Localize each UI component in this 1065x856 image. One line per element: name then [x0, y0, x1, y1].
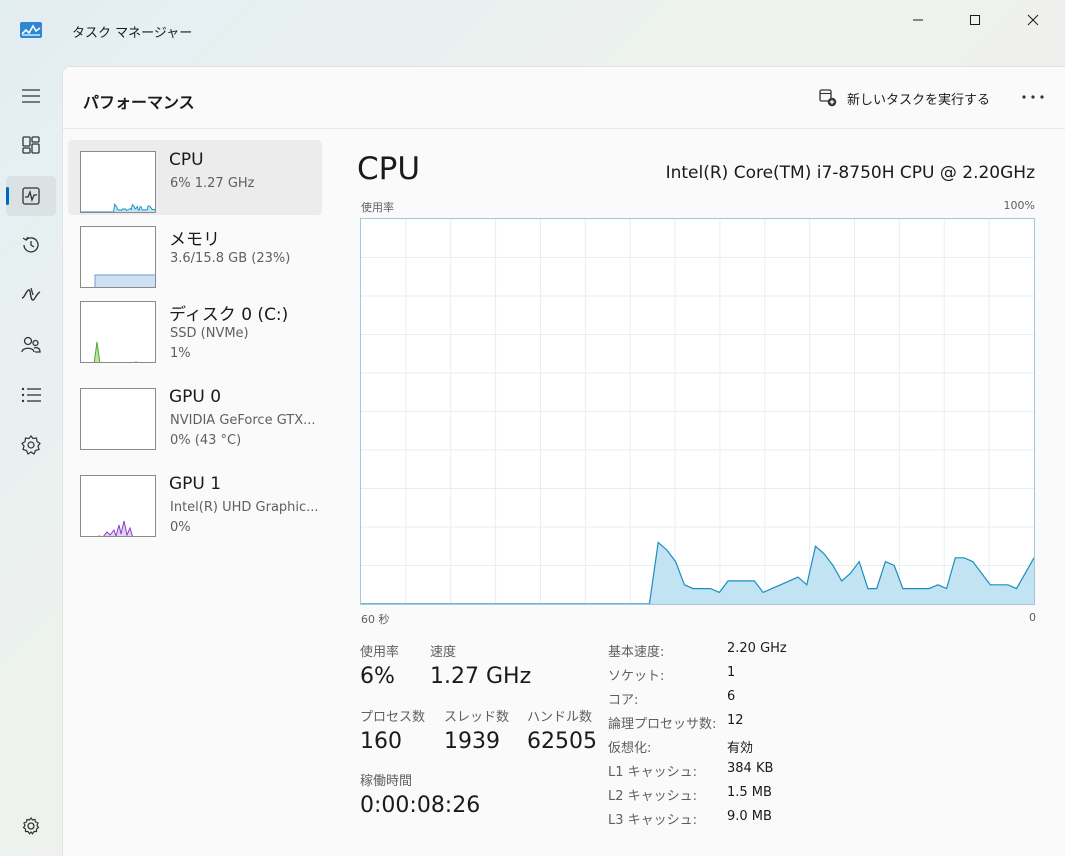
active-nav-indicator — [6, 187, 9, 205]
cpu-thumbnail-graph — [80, 151, 156, 213]
device-name: ディスク 0 (C:) — [169, 305, 289, 325]
uptime-label: 稼働時間 — [360, 774, 413, 789]
navigation-rail — [0, 64, 62, 856]
close-button[interactable] — [1013, 8, 1053, 32]
device-cpu[interactable]: CPU 6% 1.27 GHz — [68, 140, 322, 215]
spec-value: 有効 — [727, 741, 754, 756]
users-icon — [21, 336, 41, 353]
device-usage: 0% — [170, 520, 191, 535]
device-subtitle: SSD (NVMe) — [170, 326, 249, 341]
nav-startup-apps[interactable] — [6, 275, 56, 315]
services-icon — [21, 435, 41, 455]
spec-label: 仮想化: — [608, 741, 652, 756]
device-name: メモリ — [169, 230, 220, 250]
close-icon — [1027, 14, 1039, 26]
device-subtitle: Intel(R) UHD Graphic... — [170, 500, 319, 515]
run-task-label: 新しいタスクを実行する — [847, 92, 991, 108]
spec-label: コア: — [608, 693, 639, 708]
spec-label: ソケット: — [608, 669, 665, 684]
nav-menu-button[interactable] — [6, 76, 56, 116]
spec-label: 基本速度: — [608, 645, 665, 660]
spec-value: 2.20 GHz — [727, 641, 787, 656]
disk-thumbnail-graph — [80, 301, 156, 363]
nav-processes[interactable] — [6, 125, 56, 165]
device-name: GPU 1 — [169, 474, 222, 494]
startup-icon — [21, 287, 41, 301]
run-new-task-button[interactable]: 新しいタスクを実行する — [815, 86, 994, 110]
minimize-icon — [913, 19, 923, 21]
cpu-model-name: Intel(R) Core(TM) i7-8750H CPU @ 2.20GHz — [665, 163, 1035, 183]
nav-settings[interactable] — [6, 806, 56, 846]
spec-label: 論理プロセッサ数: — [608, 717, 717, 732]
cpu-usage-graph — [360, 218, 1035, 605]
device-usage: 1% — [170, 346, 191, 361]
graph-x-end-label: 0 — [1029, 611, 1036, 624]
graph-x-start-label: 60 秒 — [361, 613, 390, 626]
device-subtitle: NVIDIA GeForce GTX... — [170, 413, 316, 428]
spec-label: L2 キャッシュ: — [608, 789, 698, 804]
threads-label: スレッド数 — [444, 710, 510, 725]
memory-thumbnail-graph — [80, 226, 156, 288]
more-icon — [1022, 95, 1044, 99]
handles-label: ハンドル数 — [527, 710, 593, 725]
detail-title: CPU — [357, 151, 421, 187]
nav-users[interactable] — [6, 325, 56, 365]
spec-value: 1 — [727, 665, 736, 680]
gpu0-thumbnail-graph — [80, 388, 156, 450]
nav-details[interactable] — [6, 375, 56, 415]
maximize-icon — [970, 15, 980, 25]
spec-value: 384 KB — [727, 761, 774, 776]
processes-value: 160 — [360, 729, 402, 754]
page-header: パフォーマンス 新しいタスクを実行する — [63, 67, 1065, 129]
spec-label: L1 キャッシュ: — [608, 765, 698, 780]
more-options-button[interactable] — [1015, 83, 1051, 111]
device-memory[interactable]: メモリ 3.6/15.8 GB (23%) — [68, 215, 322, 290]
spec-value: 9.0 MB — [727, 809, 772, 824]
device-gpu-0[interactable]: GPU 0 NVIDIA GeForce GTX... 0% (43 °C) — [68, 377, 322, 464]
device-subtitle: 3.6/15.8 GB (23%) — [170, 251, 291, 266]
task-manager-app-icon — [20, 22, 42, 38]
spec-value: 12 — [727, 713, 744, 728]
usage-label: 使用率 — [360, 645, 400, 660]
processes-label: プロセス数 — [360, 710, 426, 725]
menu-icon — [22, 89, 40, 103]
speed-value: 1.27 GHz — [430, 664, 532, 689]
window-title: タスク マネージャー — [72, 26, 193, 41]
title-bar: タスク マネージャー — [0, 0, 1065, 64]
minimize-button[interactable] — [898, 8, 938, 32]
uptime-value: 0:00:08:26 — [360, 793, 481, 818]
graph-y-max-label: 100% — [1003, 199, 1035, 212]
handles-value: 62505 — [527, 729, 597, 754]
gpu1-thumbnail-graph — [80, 475, 156, 537]
run-task-icon — [819, 89, 837, 107]
nav-performance[interactable] — [6, 176, 56, 216]
cpu-usage-area — [361, 542, 1034, 604]
device-name: CPU — [169, 150, 204, 170]
device-usage: 0% (43 °C) — [170, 433, 242, 448]
page-title: パフォーマンス — [83, 93, 195, 112]
details-icon — [21, 387, 41, 403]
device-name: GPU 0 — [169, 387, 222, 407]
threads-value: 1939 — [444, 729, 500, 754]
nav-app-history[interactable] — [6, 225, 56, 265]
performance-page: パフォーマンス 新しいタスクを実行する CPU 6% 1.27 GHz メモリ … — [62, 66, 1065, 856]
speed-label: 速度 — [430, 645, 457, 660]
device-gpu-1[interactable]: GPU 1 Intel(R) UHD Graphic... 0% — [68, 464, 322, 551]
device-subtitle: 6% 1.27 GHz — [170, 176, 255, 191]
graph-y-label: 使用率 — [361, 201, 394, 214]
spec-value: 1.5 MB — [727, 785, 772, 800]
usage-value: 6% — [360, 664, 395, 689]
maximize-button[interactable] — [955, 8, 995, 32]
processes-icon — [22, 136, 40, 154]
nav-services[interactable] — [6, 425, 56, 465]
spec-value: 6 — [727, 689, 736, 704]
spec-label: L3 キャッシュ: — [608, 813, 698, 828]
device-disk-0[interactable]: ディスク 0 (C:) SSD (NVMe) 1% — [68, 290, 322, 377]
app-history-icon — [22, 236, 39, 253]
performance-icon — [22, 187, 40, 205]
settings-icon — [22, 817, 40, 835]
